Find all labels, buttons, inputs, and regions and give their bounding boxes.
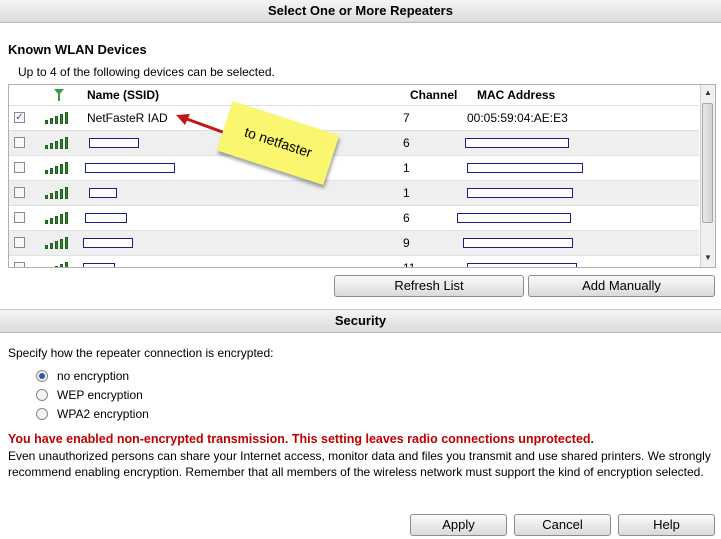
scroll-thumb[interactable]	[702, 103, 713, 223]
radio-label: no encryption	[57, 369, 130, 383]
dialog-title-bar: Select One or More Repeaters	[0, 0, 721, 23]
redaction-mark	[465, 138, 569, 148]
row-channel: 7	[403, 111, 410, 125]
row-channel: 1	[403, 161, 410, 175]
cancel-button[interactable]: Cancel	[514, 514, 611, 536]
device-row[interactable]: 6	[9, 130, 699, 156]
add-manually-button[interactable]: Add Manually	[528, 275, 715, 297]
row-mac: 00:05:59:04:AE:E3	[467, 111, 568, 125]
signal-strength-icon	[45, 237, 73, 249]
row-checkbox[interactable]	[14, 187, 25, 198]
dialog-title: Select One or More Repeaters	[268, 3, 453, 18]
row-checkbox[interactable]	[14, 162, 25, 173]
redaction-mark	[457, 213, 571, 223]
row-checkbox[interactable]	[14, 237, 25, 248]
radio-label: WPA2 encryption	[57, 407, 149, 421]
radio-button[interactable]	[36, 370, 48, 382]
signal-strength-icon	[45, 212, 73, 224]
row-checkbox[interactable]: ✓	[14, 112, 25, 123]
security-section-bar: Security	[0, 309, 721, 333]
signal-strength-icon	[45, 262, 73, 267]
device-row[interactable]: 1	[9, 180, 699, 206]
redaction-mark	[89, 188, 117, 198]
row-checkbox[interactable]	[14, 212, 25, 223]
annotation-note-text: to netfaster	[242, 123, 315, 161]
signal-strength-icon	[45, 187, 73, 199]
security-title: Security	[334, 313, 387, 328]
radio-label: WEP encryption	[57, 388, 143, 402]
signal-strength-icon	[45, 112, 73, 124]
redaction-mark	[467, 263, 577, 267]
column-header-channel[interactable]: Channel	[410, 85, 457, 105]
known-devices-title: Known WLAN Devices	[8, 42, 147, 57]
wlan-device-list[interactable]: Name (SSID) Channel MAC Address ✓ NetFas…	[8, 84, 716, 268]
known-devices-hint: Up to 4 of the following devices can be …	[18, 65, 275, 79]
redaction-mark	[85, 163, 175, 173]
row-channel: 1	[403, 186, 410, 200]
column-header-ssid[interactable]: Name (SSID)	[87, 85, 159, 105]
redaction-mark	[467, 188, 573, 198]
row-channel: 6	[403, 136, 410, 150]
device-row[interactable]: ✓ NetFasteR IAD 7 00:05:59:04:AE:E3	[9, 105, 699, 131]
radio-button[interactable]	[36, 408, 48, 420]
redaction-mark	[83, 238, 133, 248]
radio-button[interactable]	[36, 389, 48, 401]
help-button[interactable]: Help	[618, 514, 715, 536]
apply-button[interactable]: Apply	[410, 514, 507, 536]
row-checkbox[interactable]	[14, 262, 25, 267]
row-channel: 9	[403, 236, 410, 250]
device-row[interactable]: 9	[9, 230, 699, 256]
redaction-mark	[463, 238, 573, 248]
row-channel: 6	[403, 211, 410, 225]
device-row[interactable]: 1	[9, 155, 699, 181]
list-scrollbar[interactable]: ▲ ▼	[700, 85, 715, 267]
signal-strength-icon	[45, 137, 73, 149]
signal-strength-icon	[45, 162, 73, 174]
row-checkbox[interactable]	[14, 137, 25, 148]
redaction-mark	[85, 213, 127, 223]
scroll-up-icon[interactable]: ▲	[704, 88, 712, 97]
redaction-mark	[467, 163, 583, 173]
row-ssid: NetFasteR IAD	[87, 111, 168, 125]
scroll-down-icon[interactable]: ▼	[704, 253, 712, 262]
security-warning: You have enabled non-encrypted transmiss…	[8, 432, 594, 446]
refresh-list-button[interactable]: Refresh List	[334, 275, 524, 297]
redaction-mark	[89, 138, 139, 148]
security-explanation: Even unauthorized persons can share your…	[8, 449, 711, 479]
list-header: Name (SSID) Channel MAC Address	[9, 85, 699, 105]
device-row[interactable]: 11	[9, 255, 699, 268]
row-channel: 11	[403, 261, 416, 268]
security-prompt: Specify how the repeater connection is e…	[8, 346, 274, 360]
redaction-mark	[83, 263, 115, 267]
column-header-mac[interactable]: MAC Address	[477, 85, 555, 105]
device-row[interactable]: 6	[9, 205, 699, 231]
